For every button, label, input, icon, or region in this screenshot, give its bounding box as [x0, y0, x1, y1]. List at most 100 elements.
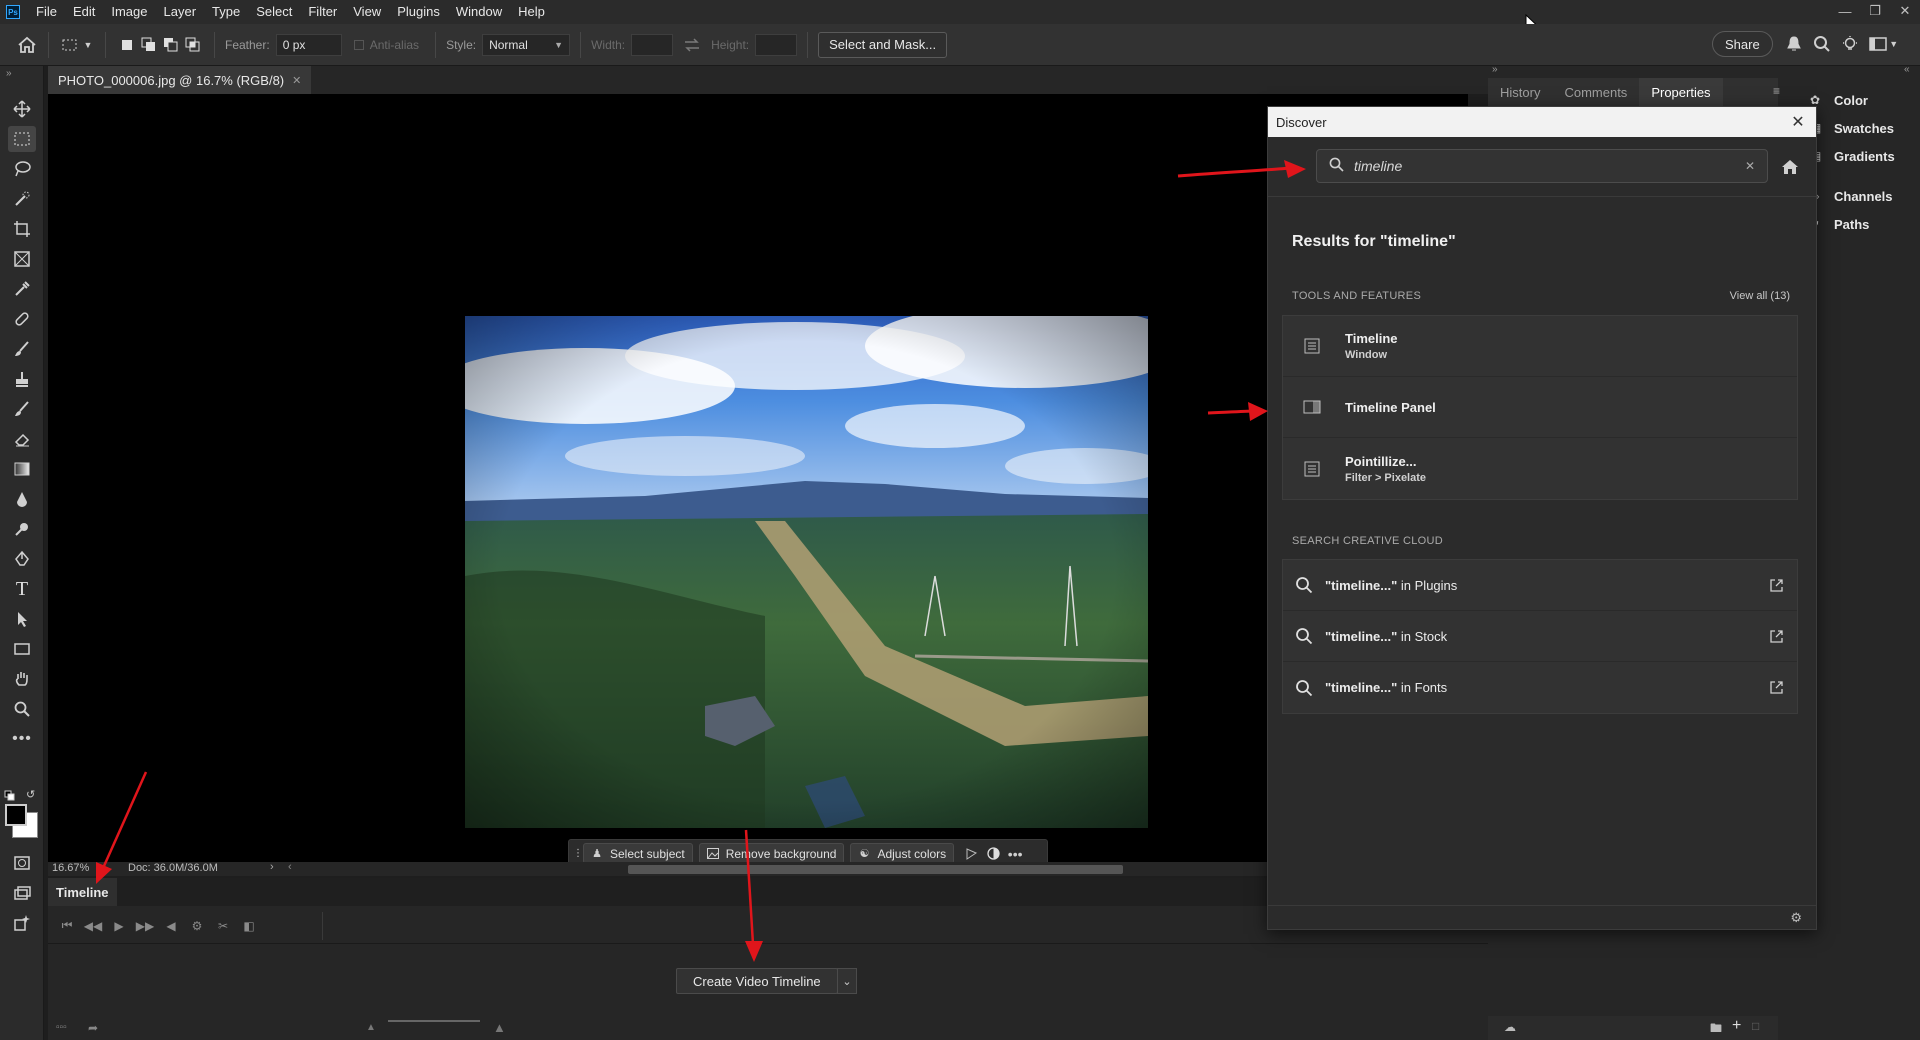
search-icon[interactable]: [1811, 33, 1833, 55]
home-icon[interactable]: [16, 34, 38, 56]
move-tool-icon[interactable]: [8, 96, 36, 122]
menu-help[interactable]: Help: [510, 0, 553, 24]
panel-menu-icon[interactable]: ≡: [1773, 84, 1780, 98]
panel-color[interactable]: ✿ Color: [1810, 86, 1920, 114]
panel-gradients[interactable]: ▤Gradients: [1810, 142, 1920, 170]
zoom-out-timeline-icon[interactable]: ▲: [366, 1022, 376, 1033]
contrast-icon[interactable]: [982, 843, 1004, 864]
close-tab-icon[interactable]: ✕: [292, 74, 301, 87]
scroll-left-icon[interactable]: ‹: [288, 861, 292, 873]
document-photo[interactable]: [465, 316, 1148, 828]
discover-search-input[interactable]: [1354, 158, 1745, 174]
menu-type[interactable]: Type: [204, 0, 248, 24]
workspace-icon[interactable]: [1867, 33, 1889, 55]
cloud-icon[interactable]: ☁: [1504, 1020, 1516, 1034]
create-video-timeline-button[interactable]: Create Video Timeline: [676, 968, 838, 994]
mute-audio-icon[interactable]: ◀: [158, 913, 184, 939]
tab-history[interactable]: History: [1488, 78, 1552, 106]
rectangular-marquee-tool-icon[interactable]: [8, 126, 36, 152]
timeline-zoom-slider[interactable]: [388, 1020, 480, 1022]
menu-plugins[interactable]: Plugins: [389, 0, 448, 24]
add-selection-icon[interactable]: [138, 34, 160, 56]
menu-window[interactable]: Window: [448, 0, 510, 24]
pen-tool-icon[interactable]: [8, 546, 36, 572]
clone-stamp-tool-icon[interactable]: [8, 366, 36, 392]
minimize-icon[interactable]: —: [1830, 0, 1860, 22]
menu-select[interactable]: Select: [248, 0, 300, 24]
new-selection-icon[interactable]: [116, 34, 138, 56]
dodge-tool-icon[interactable]: [8, 516, 36, 542]
select-subject-button[interactable]: ♟ Select subject: [583, 843, 693, 864]
frame-rate-icon[interactable]: ▫▫▫: [56, 1022, 67, 1033]
notifications-bell-icon[interactable]: [1783, 33, 1805, 55]
width-field[interactable]: [631, 33, 674, 56]
menu-filter[interactable]: Filter: [300, 0, 345, 24]
status-menu-arrow-icon[interactable]: ›: [270, 861, 274, 873]
crop-tool-icon[interactable]: [8, 216, 36, 242]
more-tools-icon[interactable]: •••: [8, 726, 36, 752]
go-to-first-frame-icon[interactable]: ⏮: [54, 913, 80, 939]
menu-file[interactable]: File: [28, 0, 65, 24]
clear-search-icon[interactable]: ✕: [1745, 159, 1755, 173]
path-selection-tool-icon[interactable]: [8, 606, 36, 632]
next-frame-icon[interactable]: ▶▶: [132, 913, 158, 939]
foreground-color-swatch[interactable]: [5, 804, 27, 826]
rectangle-tool-icon[interactable]: [8, 636, 36, 662]
photoshop-logo-icon[interactable]: Ps: [6, 5, 20, 19]
default-colors-icon[interactable]: [4, 790, 16, 802]
intersect-selection-icon[interactable]: [182, 34, 204, 56]
discover-search-box[interactable]: ✕: [1316, 149, 1768, 183]
antialias-checkbox[interactable]: [353, 39, 364, 50]
transition-icon[interactable]: ◧: [236, 913, 262, 939]
delete-layer-icon[interactable]: □: [1752, 1019, 1759, 1033]
collapse-toolbar-icon[interactable]: »: [6, 68, 12, 79]
tab-comments[interactable]: Comments: [1552, 78, 1639, 106]
remove-background-button[interactable]: Remove background: [698, 843, 845, 864]
workspace-dropdown-icon[interactable]: ▼: [1889, 33, 1899, 55]
zoom-tool-icon[interactable]: [8, 696, 36, 722]
healing-brush-tool-icon[interactable]: [8, 306, 36, 332]
style-select[interactable]: Normal ▼: [482, 33, 571, 56]
drag-handle-icon[interactable]: ⋮: [573, 843, 583, 864]
feather-field[interactable]: 0 px: [275, 33, 342, 56]
settings-gear-icon[interactable]: ⚙: [1790, 910, 1802, 926]
play-icon[interactable]: ▶: [106, 913, 132, 939]
lightbulb-icon[interactable]: [1839, 33, 1861, 55]
result-timeline-window[interactable]: Timeline Window: [1283, 316, 1797, 377]
document-tab[interactable]: PHOTO_000006.jpg @ 16.7% (RGB/8) ✕: [48, 66, 312, 94]
zoom-in-timeline-icon[interactable]: ▲: [493, 1020, 506, 1035]
history-brush-tool-icon[interactable]: [8, 396, 36, 422]
discover-home-icon[interactable]: [1778, 155, 1802, 179]
hand-tool-icon[interactable]: [8, 666, 36, 692]
type-tool-icon[interactable]: T: [8, 576, 36, 602]
menu-layer[interactable]: Layer: [156, 0, 205, 24]
result-pointillize[interactable]: Pointillize... Filter > Pixelate: [1283, 438, 1797, 499]
split-scissors-icon[interactable]: ✂: [210, 913, 236, 939]
close-window-icon[interactable]: ✕: [1890, 0, 1920, 22]
panel-swatches[interactable]: ▦Swatches: [1810, 114, 1920, 142]
render-video-icon[interactable]: ➦: [88, 1021, 98, 1035]
settings-gear-icon[interactable]: ⚙: [184, 913, 210, 939]
view-all-link[interactable]: View all (13): [1730, 290, 1790, 302]
add-layer-icon[interactable]: +: [1732, 1017, 1741, 1035]
object-selection-tool-icon[interactable]: [8, 186, 36, 212]
cc-result-plugins[interactable]: "timeline..." in Plugins: [1283, 560, 1797, 611]
more-options-icon[interactable]: •••: [1004, 843, 1026, 864]
close-icon[interactable]: ✕: [1786, 110, 1810, 134]
swap-dimensions-icon[interactable]: [681, 34, 703, 56]
pin-bar-icon[interactable]: [960, 843, 982, 864]
eraser-tool-icon[interactable]: [8, 426, 36, 452]
generative-tool-icon[interactable]: [8, 910, 36, 936]
gradient-tool-icon[interactable]: [8, 456, 36, 482]
timeline-type-dropdown-icon[interactable]: ⌄: [837, 968, 857, 994]
menu-image[interactable]: Image: [103, 0, 155, 24]
cc-result-stock[interactable]: "timeline..." in Stock: [1283, 611, 1797, 662]
brush-tool-icon[interactable]: [8, 336, 36, 362]
restore-icon[interactable]: ❐: [1860, 0, 1890, 22]
canvas-area[interactable]: ⋮ ♟ Select subject Remove background ☯ A…: [48, 94, 1468, 868]
collapse-panels-icon[interactable]: »: [1492, 64, 1498, 75]
expand-panels-icon[interactable]: «: [1904, 64, 1910, 75]
menu-edit[interactable]: Edit: [65, 0, 103, 24]
adjust-colors-button[interactable]: ☯ Adjust colors: [850, 843, 955, 864]
tab-properties[interactable]: Properties: [1639, 78, 1723, 106]
